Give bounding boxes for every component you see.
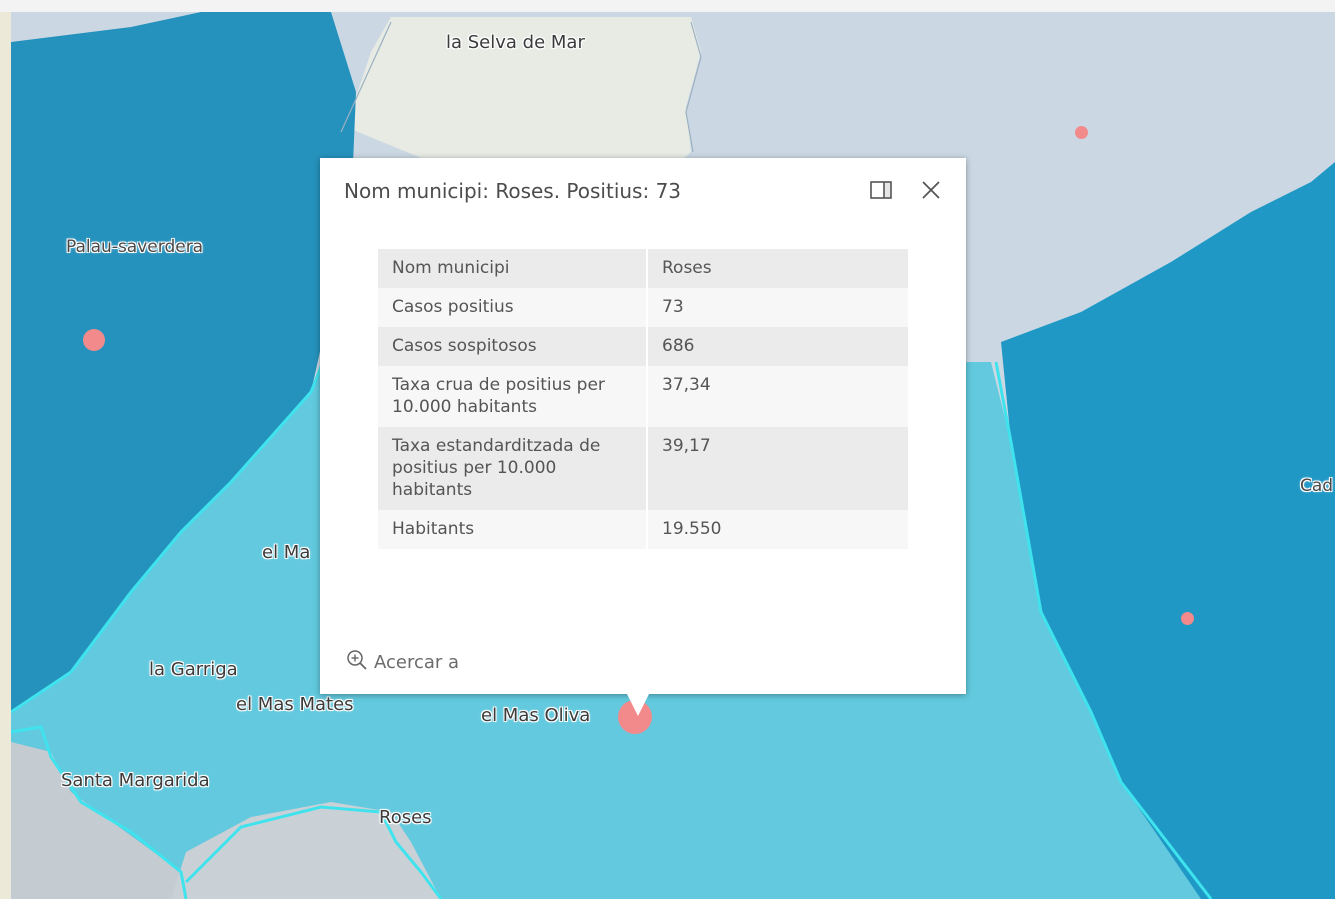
field-label: Nom municipi [378,249,648,288]
place-label-la-selva-de-mar: la Selva de Mar [446,32,585,53]
field-label: Casos sospitosos [378,327,648,366]
dock-icon[interactable] [870,181,892,199]
place-label-el-mas-oliva: el Mas Oliva [481,705,591,726]
place-label-el-mas-mates: el Mas Mates [236,694,354,715]
place-label-la-garriga: la Garriga [149,659,238,680]
place-label-cadaques: Cad [1300,476,1334,496]
info-popup: Nom municipi: Roses. Positius: 73 Nom mu… [320,158,966,716]
field-value: 19.550 [647,510,908,549]
table-row: Taxa crua de positius per 10.000 habitan… [378,366,908,427]
table-row: Casos sospitosos 686 [378,327,908,366]
left-gutter [0,0,11,899]
field-value: 686 [647,327,908,366]
field-label: Casos positius [378,288,648,327]
zoom-to-button[interactable]: Acercar a [346,649,459,676]
marker-palau-saverdera[interactable] [83,329,105,351]
zoom-to-label: Acercar a [374,652,460,673]
field-value: 73 [647,288,908,327]
close-icon[interactable] [920,179,942,201]
table-row: Habitants 19.550 [378,510,908,549]
popup-title: Nom municipi: Roses. Positius: 73 [344,179,682,203]
table-row: Nom municipi Roses [378,249,908,288]
field-value: 39,17 [647,427,908,510]
field-label: Taxa estandarditzada de positius per 10.… [378,427,648,510]
marker-la-selva-de-mar[interactable] [1075,126,1088,139]
zoom-in-icon [346,649,374,676]
place-label-palau-saverdera: Palau-saverdera [66,237,204,257]
field-value: 37,34 [647,366,908,427]
place-label-roses: Roses [379,807,432,828]
marker-cadaques[interactable] [1181,612,1194,625]
field-label: Taxa crua de positius per 10.000 habitan… [378,366,648,427]
field-value: Roses [647,249,908,288]
field-label: Habitants [378,510,648,549]
table-row: Taxa estandarditzada de positius per 10.… [378,427,908,510]
attribute-table: Nom municipi Roses Casos positius 73 Cas… [378,249,908,549]
place-label-santa-margarida: Santa Margarida [61,770,210,791]
table-row: Casos positius 73 [378,288,908,327]
place-label-el-mas: el Ma [262,542,311,563]
popup-pointer [627,694,649,716]
top-bar [0,0,1335,12]
